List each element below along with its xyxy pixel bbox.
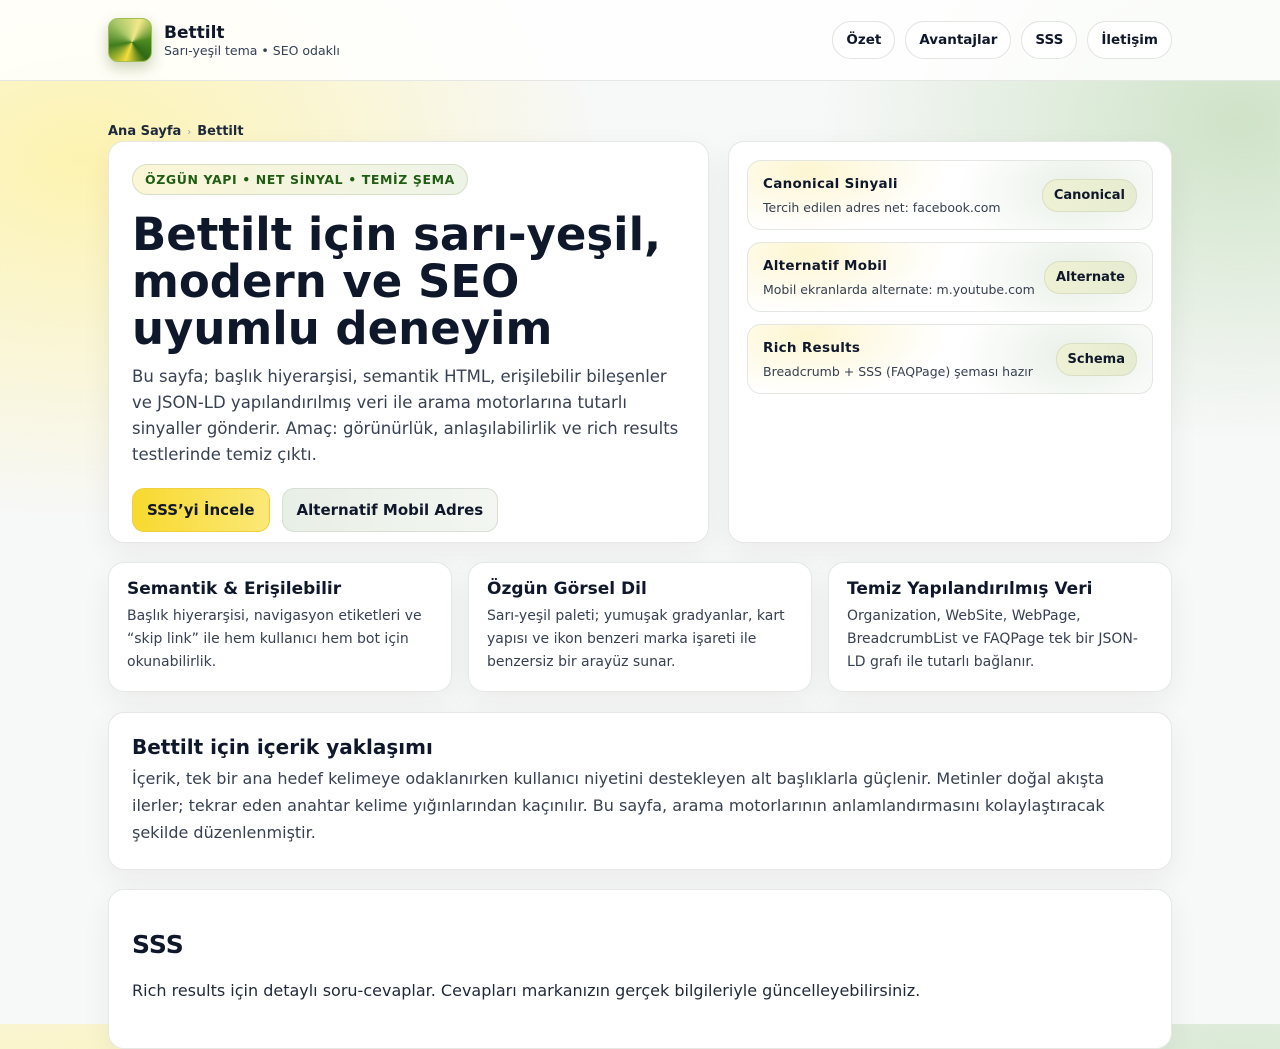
feature-title: Özgün Görsel Dil <box>487 579 647 599</box>
feature-desc: Sarı-yeşil paleti; yumuşak gradyanlar, k… <box>487 608 785 670</box>
main-nav: Özet Avantajlar SSS İletişim <box>832 21 1172 59</box>
signal-tag: Canonical <box>1041 178 1137 212</box>
faq-title: SSS <box>132 930 184 959</box>
feature-title: Semantik & Erişilebilir <box>127 579 342 599</box>
approach-title: Bettilt için içerik yaklaşımı <box>132 735 433 759</box>
signal-tag: Schema <box>1055 342 1137 376</box>
faq-intro: Rich results için detaylı soru-cevaplar.… <box>132 981 921 1000</box>
breadcrumb-home[interactable]: Ana Sayfa <box>108 124 181 139</box>
brand-logo-icon <box>108 18 152 62</box>
feature-desc: Başlık hiyerarşisi, navigasyon etiketler… <box>127 608 422 670</box>
approach-text: İçerik, tek bir ana hedef kelimeye odakl… <box>132 769 1105 842</box>
feature-card: Temiz Yapılandırılmış Veri Organization, … <box>828 562 1172 692</box>
signal-title: Alternatif Mobil <box>763 257 888 274</box>
brand[interactable]: Bettilt Sarı-yeşil tema • SEO odaklı <box>108 18 340 62</box>
hero-card: ÖZGÜN YAPI • NET SİNYAL • TEMİZ ŞEMA Bet… <box>108 141 709 543</box>
breadcrumb-current: Bettilt <box>197 124 244 139</box>
page-title: Bettilt için sarı-yeşil, modern ve SEO u… <box>132 208 662 355</box>
signal-item: Alternatif Mobil Mobil ekranlarda alterna… <box>747 242 1153 312</box>
signal-title: Canonical Sinyali <box>763 175 898 192</box>
nav-sss[interactable]: SSS <box>1021 21 1078 59</box>
nav-avantajlar[interactable]: Avantajlar <box>905 21 1012 59</box>
alt-mobile-button[interactable]: Alternatif Mobil Adres <box>281 488 499 532</box>
feature-card: Semantik & Erişilebilir Başlık hiyerarşis… <box>108 562 452 692</box>
nav-iletisim[interactable]: İletişim <box>1087 21 1172 59</box>
brand-tagline: Sarı-yeşil tema • SEO odaklı <box>164 42 340 58</box>
feature-desc: Organization, WebSite, WebPage, Breadcru… <box>847 608 1138 670</box>
signal-desc: Tercih edilen adres net: facebook.com <box>763 199 1001 215</box>
signal-desc: Breadcrumb + SSS (FAQPage) şeması hazır <box>763 363 1033 379</box>
approach-section: Bettilt için içerik yaklaşımı İçerik, te… <box>108 712 1172 870</box>
hero-pill: ÖZGÜN YAPI • NET SİNYAL • TEMİZ ŞEMA <box>132 164 468 195</box>
feature-card: Özgün Görsel Dil Sarı-yeşil paleti; yumuş… <box>468 562 812 692</box>
breadcrumb-separator: › <box>187 127 192 138</box>
site-header: Bettilt Sarı-yeşil tema • SEO odaklı Öze… <box>0 0 1280 81</box>
signal-title: Rich Results <box>763 339 861 356</box>
feature-title: Temiz Yapılandırılmış Veri <box>847 579 1093 599</box>
nav-ozet[interactable]: Özet <box>832 21 896 59</box>
breadcrumb: Ana Sayfa › Bettilt <box>108 124 244 139</box>
brand-name: Bettilt <box>164 22 225 43</box>
faq-button[interactable]: SSS’yi İncele <box>132 488 270 532</box>
signals-card: Canonical Sinyali Tercih edilen adres net… <box>728 141 1172 543</box>
signal-desc: Mobil ekranlarda alternate: m.youtube.co… <box>763 281 1035 297</box>
signal-tag: Alternate <box>1043 260 1137 294</box>
hero-lead: Bu sayfa; başlık hiyerarşisi, semantik H… <box>132 367 679 464</box>
faq-section: SSS Rich results için detaylı soru-cevap… <box>108 889 1172 1049</box>
signal-item: Canonical Sinyali Tercih edilen adres net… <box>747 160 1153 230</box>
signal-item: Rich Results Breadcrumb + SSS (FAQPage) ş… <box>747 324 1153 394</box>
